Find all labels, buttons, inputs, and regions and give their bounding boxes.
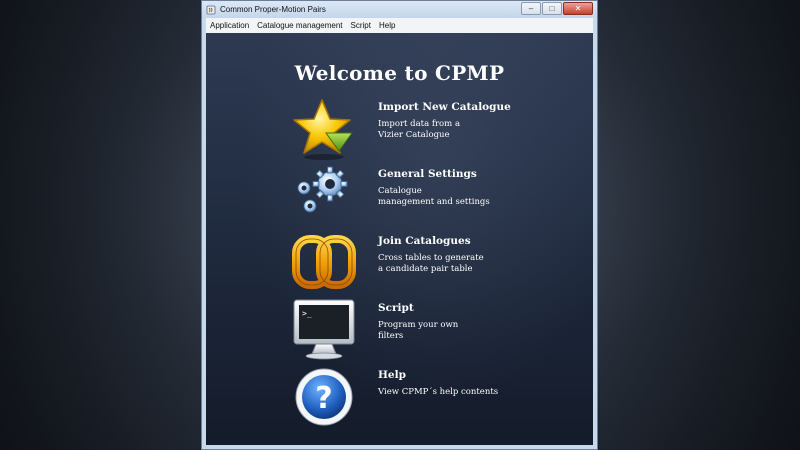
welcome-panel: Welcome to CPMP Import New Catalogue Imp…	[206, 33, 593, 445]
app-window: Common Proper-Motion Pairs – □ ✕ Applica…	[201, 0, 598, 450]
menu-bar: Application Catalogue management Script …	[206, 18, 593, 34]
title-bar[interactable]: Common Proper-Motion Pairs – □ ✕	[202, 1, 597, 18]
import-catalogue-item[interactable]: Import New Catalogue Import data from a …	[292, 97, 592, 161]
script-heading: Script	[378, 302, 414, 314]
maximize-button[interactable]: □	[542, 2, 562, 15]
import-catalogue-heading: Import New Catalogue	[378, 101, 511, 113]
menu-script[interactable]: Script	[347, 21, 375, 30]
script-desc: Program your own filters	[378, 320, 459, 341]
svg-text:?: ?	[315, 381, 332, 416]
help-heading: Help	[378, 369, 406, 381]
java-app-icon	[206, 5, 216, 14]
menu-catalogue-management[interactable]: Catalogue management	[253, 21, 346, 30]
import-catalogue-desc: Import data from a Vizier Catalogue	[378, 119, 461, 140]
terminal-icon[interactable]: >_	[292, 298, 356, 362]
menu-application[interactable]: Application	[206, 21, 253, 30]
join-rings-icon[interactable]	[292, 231, 356, 295]
star-import-icon[interactable]	[292, 97, 356, 161]
welcome-title: Welcome to CPMP	[294, 61, 505, 85]
join-catalogues-heading: Join Catalogues	[378, 235, 471, 247]
window-title: Common Proper-Motion Pairs	[220, 5, 326, 14]
help-item[interactable]: ? Help View CPMP´s help contents	[292, 365, 592, 429]
menu-help[interactable]: Help	[375, 21, 399, 30]
close-button[interactable]: ✕	[563, 2, 593, 15]
general-settings-desc: Catalogue management and settings	[378, 186, 490, 207]
background-right	[600, 0, 800, 450]
background-left	[0, 0, 200, 450]
help-icon[interactable]: ?	[292, 365, 356, 429]
general-settings-item[interactable]: General Settings Catalogue management an…	[292, 164, 592, 228]
window-controls: – □ ✕	[521, 2, 593, 15]
general-settings-heading: General Settings	[378, 168, 477, 180]
minimize-button[interactable]: –	[521, 2, 541, 15]
script-item[interactable]: >_ Script Program your own filters	[292, 298, 592, 362]
join-catalogues-desc: Cross tables to generate a candidate pai…	[378, 253, 484, 274]
help-desc: View CPMP´s help contents	[378, 387, 499, 397]
join-catalogues-item[interactable]: Join Catalogues Cross tables to generate…	[292, 231, 592, 295]
gears-icon[interactable]	[292, 164, 356, 228]
svg-text:>_: >_	[302, 309, 312, 318]
